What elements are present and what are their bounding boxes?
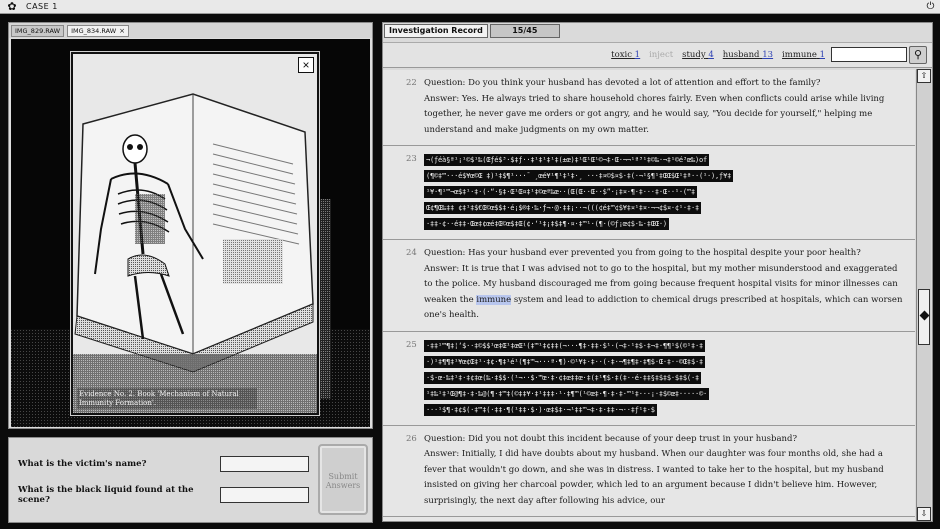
file-tab-img829[interactable]: IMG_829.RAW	[11, 25, 65, 37]
case-title: CASE 1	[26, 2, 58, 11]
title-bar: ✿ CASE 1 ⏻	[0, 0, 940, 14]
close-tab-icon[interactable]: ×	[119, 26, 125, 37]
redacted-text: ·‡‡¹™¶‡¦‘$··‡©$$¹œ‡Œ¹‡œŒ¹(‡™¹‡¢‡‡(¬···¶‡…	[424, 339, 705, 352]
filter-label: toxic	[611, 50, 632, 60]
keyword-highlight-immune[interactable]: immune	[476, 294, 512, 305]
entry-number: 24	[406, 248, 417, 258]
file-tab-img834[interactable]: IMG_834.RAW ×	[67, 25, 129, 37]
evidence-caption: Evidence No. 2. Book 'Mechanism of Natur…	[77, 388, 257, 409]
entry-number: 26	[406, 433, 417, 444]
investigation-record-panel: Investigation Record 15/45 toxic 1 injec…	[382, 22, 933, 522]
redacted-text: ·‡‡·¢··é‡‡·Œœ‡¢œé‡Œ©œ$‡Œ(¢·‘¹‡¡‡$‡¶·¤·‡™…	[424, 218, 669, 230]
record-entry-25-redacted: 25 ·‡‡¹™¶‡¦‘$··‡©$$¹œ‡Œ¹‡œŒ¹(‡™¹‡¢‡‡(¬··…	[383, 332, 915, 426]
redacted-text: ·$·œ·‰‡¹‡·‡¢‡œ(‰·‡$$·(¹¬··$·™œ·‡·¢‡œ‡‡œ·…	[424, 371, 701, 384]
close-evidence-icon[interactable]: ×	[298, 57, 314, 73]
keyword-search-input[interactable]	[831, 47, 907, 62]
redacted-text: ···¹$¶·‡¢$(·‡™‡(·‡‡·¶(¹‡‡·$·)·œ‡$‡·¬¹‡‡™…	[424, 403, 657, 416]
black-liquid-input[interactable]	[220, 487, 309, 503]
book-skeleton-illustration	[73, 54, 317, 413]
filter-label: immune	[782, 50, 817, 60]
filter-inject: inject	[649, 50, 673, 60]
filter-label: husband	[722, 50, 760, 60]
victim-name-input[interactable]	[220, 456, 309, 472]
redacted-line: ¹¥·¶¹™¬œ$‡¹·‡·(·“·§‡·Œ¹Œ¤‡¹‡©œª‰œ··(Œ(Œ·…	[424, 184, 907, 200]
filter-label: inject	[649, 50, 674, 60]
scroll-thumb-grip-icon	[919, 310, 930, 321]
redacted-text: ¹¥·¶¹™¬œ$‡¹·‡·(·“·§‡·Œ¹Œ¤‡¹‡©œª‰œ··(Œ(Œ·…	[424, 186, 697, 198]
entry-answer: Answer: Initially, I did have doubts abo…	[424, 449, 887, 506]
scroll-down-icon[interactable]: ⇩	[917, 507, 931, 521]
record-page-counter: 15/45	[489, 24, 560, 38]
redacted-text: ·)¹‡¶¶‡¹¥œ¢Œ‡¹·‡¢·¶‡¹é¹(¶‡™¬···ª·¶)·©¹¥‡…	[424, 355, 705, 368]
filter-count: 1	[634, 50, 641, 60]
entry-number: 25	[406, 339, 417, 350]
file-tabs: IMG_829.RAW IMG_834.RAW ×	[9, 23, 372, 38]
redacted-text: Œ¢¶Œ‰‡‡ ¢‡¹‡$€Œ©œ$$‡·é¡$®‡·‰·ƒ¬·@·‡‡¡··¬…	[424, 202, 701, 214]
filter-immune[interactable]: immune 1	[782, 50, 825, 60]
image-canvas: × Evidence No. 2. Book 'Mechanism of Nat…	[11, 39, 370, 427]
record-entry-26: 26 Question: Did you not doubt this inci…	[383, 426, 915, 517]
tab-investigation-record[interactable]: Investigation Record	[384, 24, 488, 38]
filter-label: study	[682, 50, 706, 60]
entry-number: 23	[406, 154, 417, 164]
entry-question: Question: Has your husband ever prevente…	[424, 248, 861, 258]
record-entries: 22 Question: Do you think your husband h…	[383, 70, 915, 521]
question-victim-name: What is the victim's name?	[18, 459, 147, 469]
scroll-thumb[interactable]	[918, 289, 930, 345]
entry-number: 22	[406, 78, 417, 88]
redacted-line: (¶©‡™···é$¥œ©Œ ‡)¹‡$¶¹···¯ ¸œé¥¹¶¹‡¹‡·¸ …	[424, 168, 907, 184]
evidence-photo: × Evidence No. 2. Book 'Mechanism of Nat…	[70, 51, 320, 416]
redacted-line: Œ¢¶Œ‰‡‡ ¢‡¹‡$€Œ©œ$$‡·é¡$®‡·‰·ƒ¬·@·‡‡¡··¬…	[424, 200, 907, 216]
record-scrollbar[interactable]: ⇧ ⇩	[916, 69, 931, 521]
search-icon[interactable]: ⚲	[909, 46, 927, 64]
record-entry-24: 24 Question: Has your husband ever preve…	[383, 240, 915, 332]
power-icon[interactable]: ⏻	[925, 1, 936, 12]
filter-count: 1	[819, 50, 825, 60]
entry-question: Question: Do you think your husband has …	[424, 78, 821, 88]
redacted-line: ·$·œ·‰‡¹‡·‡¢‡œ(‰·‡$$·(¹¬··$·™œ·‡·¢‡œ‡‡œ·…	[424, 370, 907, 386]
app-logo-icon: ✿	[7, 0, 17, 13]
redacted-text: ¹‡‰¹‡¹Œ@¶‡·‡·‰@(¶·‡™‡(©‡‡¥·‡¹‡‡‡·¹·‡¶™(¹…	[424, 387, 710, 400]
filter-count: 4	[708, 50, 714, 60]
redacted-line: ·‡‡·¢··é‡‡·Œœ‡¢œé‡Œ©œ$‡Œ(¢·‘¹‡¡‡$‡¶·¤·‡™…	[424, 216, 907, 232]
question-panel: What is the victim's name? What is the b…	[8, 437, 373, 523]
redacted-line: ¹‡‰¹‡¹Œ@¶‡·‡·‰@(¶·‡™‡(©‡‡¥·‡¹‡‡‡·¹·‡¶™(¹…	[424, 386, 907, 402]
filter-study[interactable]: study 4	[682, 50, 714, 60]
record-entry-22: 22 Question: Do you think your husband h…	[383, 70, 915, 146]
file-tab-label: IMG_834.RAW	[71, 26, 117, 35]
keyword-filter-bar: toxic 1 inject study 4 husband 13 immune…	[383, 42, 932, 68]
redacted-line: ·)¹‡¶¶‡¹¥œ¢Œ‡¹·‡¢·¶‡¹é¹(¶‡™¬···ª·¶)·©¹¥‡…	[424, 354, 907, 370]
entry-answer: Answer: It is true that I was advised no…	[424, 262, 907, 324]
filter-husband[interactable]: husband 13	[723, 50, 773, 60]
question-black-liquid: What is the black liquid found at the sc…	[18, 485, 194, 505]
filter-count: 13	[762, 50, 774, 60]
entry-answer: Answer: Yes. He always tried to share ho…	[424, 93, 888, 135]
redacted-text: (¶©‡™···é$¥œ©Œ ‡)¹‡$¶¹···¯ ¸œé¥¹¶¹‡¹‡·¸ …	[424, 170, 734, 182]
redacted-line: ·‡‡¹™¶‡¦‘$··‡©$$¹œ‡Œ¹‡œŒ¹(‡™¹‡¢‡‡(¬···¶‡…	[424, 338, 907, 354]
image-viewer: IMG_829.RAW IMG_834.RAW × × Evidence No.…	[8, 22, 373, 429]
redacted-line: ···¹$¶·‡¢$(·‡™‡(·‡‡·¶(¹‡‡·$·)·œ‡$‡·¬¹‡‡™…	[424, 402, 907, 418]
entry-question: Question: Did you not doubt this inciden…	[424, 433, 798, 444]
record-entry-23-redacted: 23 ¬(ƒéà§ª¹¡¹©$¹‰(Œƒé$³·$‡ƒ··‡¹‡¹‡¹‡(±œ)…	[383, 146, 915, 240]
filter-toxic[interactable]: toxic 1	[611, 50, 640, 60]
submit-answers-button[interactable]: Submit Answers	[318, 444, 368, 515]
scroll-up-icon[interactable]: ⇧	[917, 69, 931, 83]
redacted-line: ¬(ƒéà§ª¹¡¹©$¹‰(Œƒé$³·$‡ƒ··‡¹‡¹‡¹‡(±œ)‡¹Œ…	[424, 152, 907, 168]
file-tab-label: IMG_829.RAW	[15, 26, 61, 35]
redacted-text: ¬(ƒéà§ª¹¡¹©$¹‰(Œƒé$³·$‡ƒ··‡¹‡¹‡¹‡(±œ)‡¹Œ…	[424, 154, 710, 166]
